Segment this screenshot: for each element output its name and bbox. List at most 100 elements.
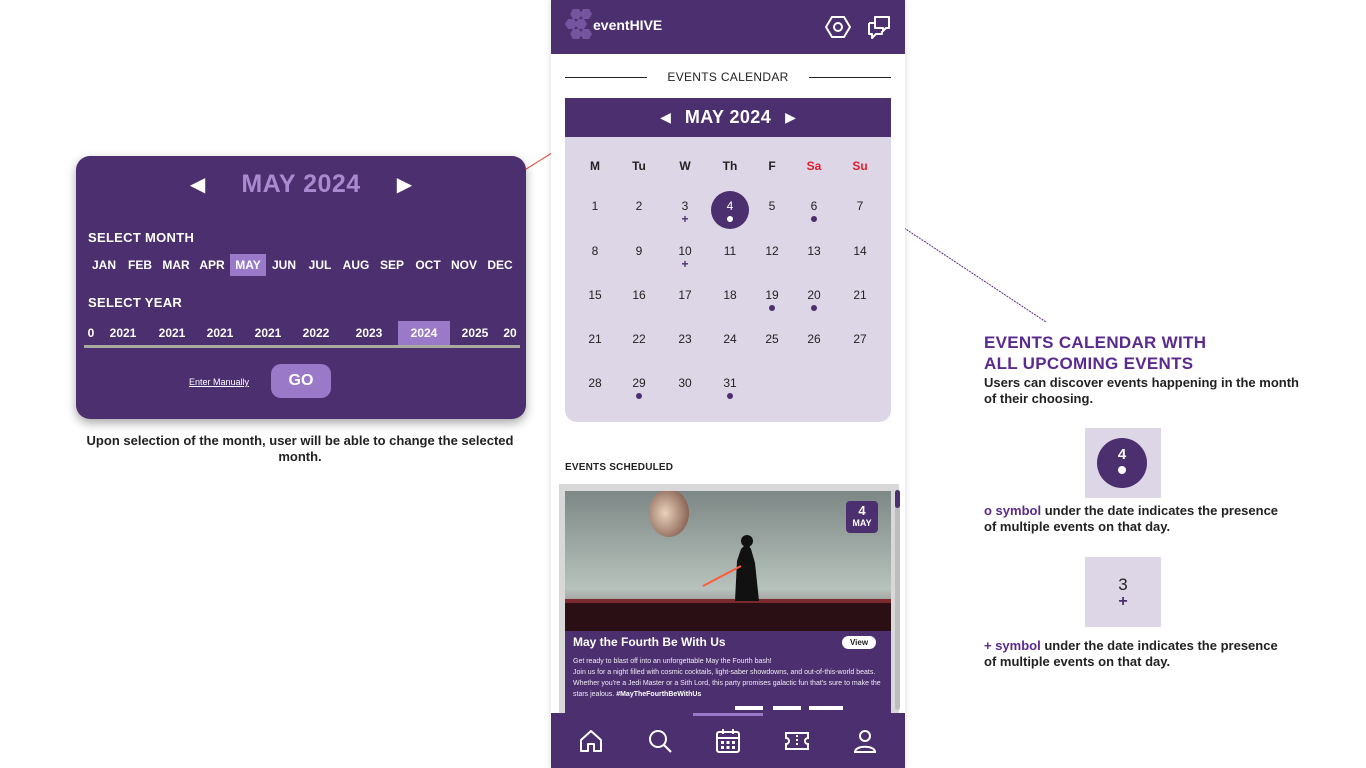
calendar-day[interactable]: 10 + — [666, 236, 704, 274]
year-option[interactable]: 0 — [84, 321, 98, 345]
calendar-day[interactable]: 24 — [711, 324, 749, 362]
calendar-day[interactable]: 30 — [666, 368, 704, 406]
calendar-day[interactable]: 16 — [620, 280, 658, 318]
year-option[interactable]: 2024 — [398, 321, 450, 345]
calendar-icon[interactable] — [714, 727, 742, 755]
year-option[interactable]: 2021 — [148, 321, 196, 345]
settings-icon[interactable] — [825, 14, 851, 40]
event-scrollbar[interactable] — [895, 490, 900, 710]
calendar-header: ◀ MAY 2024 ▶ — [565, 98, 891, 137]
events-calendar-title: EVENTS CALENDAR — [667, 70, 789, 84]
calendar-day[interactable]: 6 — [795, 191, 833, 229]
annotation-title-line-2: ALL UPCOMING EVENTS — [984, 354, 1194, 373]
month-option[interactable]: DEC — [482, 254, 518, 276]
carousel-dot[interactable] — [809, 706, 843, 710]
year-option[interactable]: 2021 — [196, 321, 244, 345]
go-button[interactable]: GO — [271, 364, 331, 398]
calendar-day[interactable]: 22 — [620, 324, 658, 362]
calendar-day[interactable]: 29 — [620, 368, 658, 406]
dot-symbol-label: o symbol — [984, 503, 1042, 518]
weekday-label: Sa — [806, 159, 822, 173]
day-number: 19 — [765, 288, 779, 302]
calendar-day[interactable]: 1 — [576, 191, 614, 229]
enter-manually-link[interactable]: Enter Manually — [189, 377, 249, 387]
month-option[interactable]: AUG — [338, 254, 374, 276]
day-number: 25 — [765, 332, 779, 346]
calendar-day[interactable]: 7 — [841, 191, 879, 229]
calendar-day[interactable]: 31 — [711, 368, 749, 406]
month-option[interactable]: JAN — [86, 254, 122, 276]
weekday-label: Th — [722, 159, 738, 173]
calendar-day[interactable]: 13 — [795, 236, 833, 274]
chat-icon[interactable] — [866, 14, 892, 40]
calendar-day[interactable]: 27 — [841, 324, 879, 362]
month-option[interactable]: JUL — [302, 254, 338, 276]
day-number: 17 — [678, 288, 692, 302]
weekday-label: Su — [852, 159, 868, 173]
calendar-day[interactable]: 20 — [795, 280, 833, 318]
calendar-day[interactable]: 14 — [841, 236, 879, 274]
month-option[interactable]: MAY — [230, 254, 266, 276]
calendar-day[interactable]: 12 — [753, 236, 791, 274]
calendar-day[interactable]: 26 — [795, 324, 833, 362]
calendar-day-selected[interactable]: 4 — [711, 191, 749, 229]
calendar-month-title[interactable]: MAY 2024 — [685, 107, 771, 128]
month-option[interactable]: APR — [194, 254, 230, 276]
calendar-day[interactable]: 23 — [666, 324, 704, 362]
calendar-day[interactable]: 21 — [841, 280, 879, 318]
day-number: 11 — [723, 244, 737, 258]
calendar-day[interactable]: 21 — [576, 324, 614, 362]
carousel-dot[interactable] — [773, 706, 801, 710]
calendar-day[interactable]: 19 — [753, 280, 791, 318]
calendar-prev-icon[interactable]: ◀ — [660, 109, 671, 126]
calendar-next-icon[interactable]: ▶ — [785, 109, 796, 126]
ticket-icon[interactable] — [783, 727, 811, 755]
event-card[interactable]: 4 MAY May the Fourth Be With Us View Get… — [565, 491, 891, 714]
sample-plus-content: 3 + — [1085, 557, 1161, 610]
calendar-grid: M Tu W Th F Sa Su 1 2 3 +4 5 6 7 8 9 10 +11 12 13 14 15 16 17 18… — [565, 137, 891, 422]
month-option[interactable]: OCT — [410, 254, 446, 276]
view-button[interactable]: View — [842, 636, 876, 649]
search-icon[interactable] — [646, 727, 674, 755]
app-name: eventHIVE — [593, 17, 663, 33]
sample-plus-date: 3 + — [1085, 557, 1161, 627]
month-option[interactable]: JUN — [266, 254, 302, 276]
picker-header: ◀ MAY 2024 ▶ — [76, 170, 526, 199]
sample-dot-date: 4 — [1085, 428, 1161, 498]
picker-next-arrow-icon[interactable]: ▶ — [397, 172, 412, 197]
calendar-day[interactable]: 11 — [711, 236, 749, 274]
year-scrollbar[interactable] — [84, 345, 520, 348]
year-option[interactable]: 20 — [500, 321, 520, 345]
carousel-dot[interactable] — [735, 706, 763, 710]
calendar-day[interactable]: 28 — [576, 368, 614, 406]
calendar-day[interactable]: 18 — [711, 280, 749, 318]
calendar-day[interactable]: 25 — [753, 324, 791, 362]
plus-symbol-label: + symbol — [984, 638, 1041, 653]
month-list: JAN FEB MAR APR MAY JUN JUL AUG SEP OCT NOV DEC — [86, 254, 518, 276]
profile-icon[interactable] — [851, 727, 879, 755]
phone-screen: eventHIVE EVENTS CALENDAR ◀ MAY 2024 ▶ M… — [551, 0, 905, 768]
event-dot-icon — [769, 305, 775, 311]
calendar-day[interactable]: 9 — [620, 236, 658, 274]
month-option[interactable]: NOV — [446, 254, 482, 276]
year-option[interactable]: 2021 — [244, 321, 292, 345]
month-option[interactable]: SEP — [374, 254, 410, 276]
month-option[interactable]: MAR — [158, 254, 194, 276]
calendar-day[interactable]: 15 — [576, 280, 614, 318]
calendar-day[interactable]: 17 — [666, 280, 704, 318]
home-icon[interactable] — [577, 727, 605, 755]
day-number: 26 — [807, 332, 821, 346]
event-title[interactable]: May the Fourth Be With Us — [573, 635, 726, 649]
event-scrollbar-thumb[interactable] — [895, 490, 900, 508]
year-list[interactable]: 0 2021 2021 2021 2021 2022 2023 2024 2025 20 — [84, 321, 520, 345]
calendar-day[interactable]: 3 + — [666, 191, 704, 229]
calendar-day[interactable]: 5 — [753, 191, 791, 229]
year-option[interactable]: 2023 — [340, 321, 398, 345]
calendar-day[interactable]: 8 — [576, 236, 614, 274]
picker-prev-arrow-icon[interactable]: ◀ — [190, 172, 205, 197]
month-option[interactable]: FEB — [122, 254, 158, 276]
year-option[interactable]: 2022 — [292, 321, 340, 345]
year-option[interactable]: 2025 — [450, 321, 500, 345]
calendar-day[interactable]: 2 — [620, 191, 658, 229]
year-option[interactable]: 2021 — [98, 321, 148, 345]
